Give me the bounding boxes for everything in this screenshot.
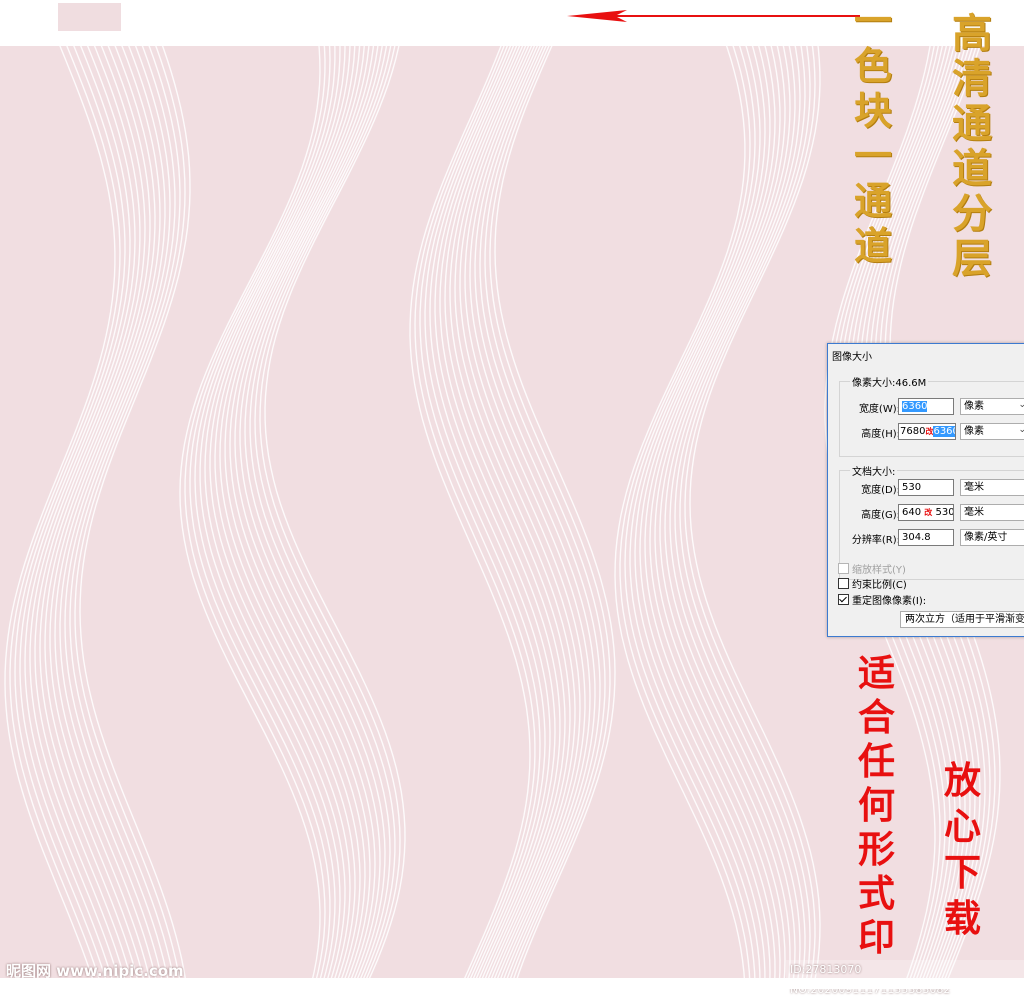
chevron-down-icon: ⌄ <box>1018 425 1024 435</box>
caption-char: 高 <box>952 10 992 57</box>
caption-char: 任 <box>858 739 895 783</box>
wave-line <box>74 46 186 978</box>
edit-mark: 改 <box>924 508 933 517</box>
caption-char: 形 <box>858 827 895 871</box>
caption-char: 适 <box>858 651 895 695</box>
id-watermark: ID:27813070 NO:20200911171155383082 <box>786 960 1024 996</box>
wave-line <box>484 46 606 978</box>
resample-label: 重定图像像素(I): <box>852 596 927 607</box>
doc-width-unit-select[interactable]: 毫米 <box>960 479 1024 496</box>
doc-width-label: 宽度(D): <box>861 485 900 496</box>
wave-line <box>634 46 766 978</box>
doc-width-input[interactable]: 530 <box>898 479 954 496</box>
pixel-dimensions-label: 像素大小:46.6M <box>850 374 929 389</box>
image-size-dialog: 图像大小 像素大小:46.6M 宽度(W): 6360 像素 ⌄ 高度(H): 7… <box>827 343 1024 637</box>
color-swatch <box>58 3 121 31</box>
resolution-label: 分辨率(R): <box>851 535 900 546</box>
scale-styles-checkbox[interactable] <box>838 563 849 574</box>
chevron-down-icon: ⌄ <box>1018 400 1024 410</box>
scale-styles-option[interactable]: 缩放样式(Y) <box>838 561 906 576</box>
wave-line <box>449 46 571 978</box>
resolution-input[interactable]: 304.8 <box>898 529 954 546</box>
bottom-strip <box>0 978 1024 989</box>
wave-band <box>179 46 406 978</box>
pixel-dimensions-group: 像素大小:46.6M 宽度(W): 6360 像素 ⌄ 高度(H): 7680改6… <box>839 374 1024 457</box>
caption-char: 一 <box>854 0 893 43</box>
constrain-proportions-option[interactable]: 约束比例(C) <box>838 576 907 591</box>
arrow-left-icon <box>567 10 860 22</box>
resample-method-select[interactable]: 两次立方（适用于平滑渐变 <box>900 611 1024 628</box>
caption-char: 合 <box>858 695 895 739</box>
wave-band <box>409 46 616 978</box>
resolution-unit-select[interactable]: 像素/英寸 <box>960 529 1024 546</box>
document-size-label: 文档大小: <box>850 463 898 478</box>
dialog-title: 图像大小 <box>832 352 872 363</box>
pixel-width-unit-select[interactable]: 像素 ⌄ <box>960 398 1024 415</box>
wave-band <box>614 46 821 978</box>
caption-char: 分 <box>952 190 992 237</box>
wave-line <box>4 46 116 978</box>
caption-char: 何 <box>858 783 895 827</box>
resample-option[interactable]: 重定图像像素(I): <box>838 592 926 607</box>
pixel-height-input[interactable]: 7680改6360 <box>898 423 956 440</box>
pixel-width-input[interactable]: 6360 <box>898 398 954 415</box>
wave-line <box>434 46 556 978</box>
caption-char: 放 <box>944 758 981 802</box>
caption-char: 一 <box>854 133 893 178</box>
left-vertical-caption: 一 色 块 一 通 道 <box>854 2 892 265</box>
height-label: 高度(H): <box>861 429 900 440</box>
pixel-height-unit-select[interactable]: 像素 ⌄ <box>960 423 1024 440</box>
caption-char: 清 <box>952 55 992 102</box>
caption-char: 下 <box>944 850 981 894</box>
caption-char: 心 <box>944 804 981 848</box>
download-caption: 放 心 下 载 <box>944 762 981 937</box>
caption-char: 通 <box>854 178 893 223</box>
constrain-proportions-checkbox[interactable] <box>838 578 849 589</box>
caption-char: 道 <box>952 145 992 192</box>
wave-band <box>4 46 191 978</box>
caption-char: 道 <box>854 223 893 268</box>
scale-styles-label: 缩放样式(Y) <box>852 565 906 576</box>
doc-height-unit-select[interactable]: 毫米 <box>960 504 1024 521</box>
right-vertical-caption: 高 清 通 道 分 层 <box>952 14 992 279</box>
resample-checkbox[interactable] <box>838 594 849 605</box>
doc-height-label: 高度(G): <box>861 510 900 521</box>
doc-height-input[interactable]: 640 改 530 <box>898 504 954 521</box>
wave-line <box>249 46 391 978</box>
caption-char: 印 <box>858 915 895 959</box>
wave-line <box>214 46 356 978</box>
wave-line <box>54 46 166 978</box>
caption-char: 式 <box>858 871 895 915</box>
caption-char: 层 <box>952 235 992 282</box>
caption-char: 通 <box>952 100 992 147</box>
caption-char: 载 <box>944 896 981 940</box>
width-label: 宽度(W): <box>858 404 900 415</box>
constrain-proportions-label: 约束比例(C) <box>852 580 907 591</box>
caption-char: 色 <box>854 43 893 88</box>
print-caption: 适 合 任 何 形 式 印 <box>858 655 895 956</box>
caption-char: 块 <box>854 88 893 133</box>
